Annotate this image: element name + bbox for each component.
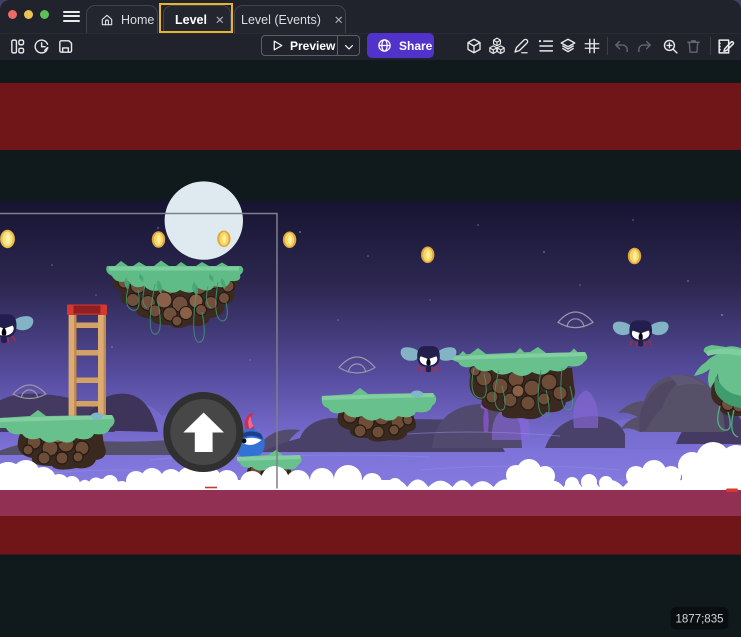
svg-text:1877;835: 1877;835 <box>676 614 724 626</box>
